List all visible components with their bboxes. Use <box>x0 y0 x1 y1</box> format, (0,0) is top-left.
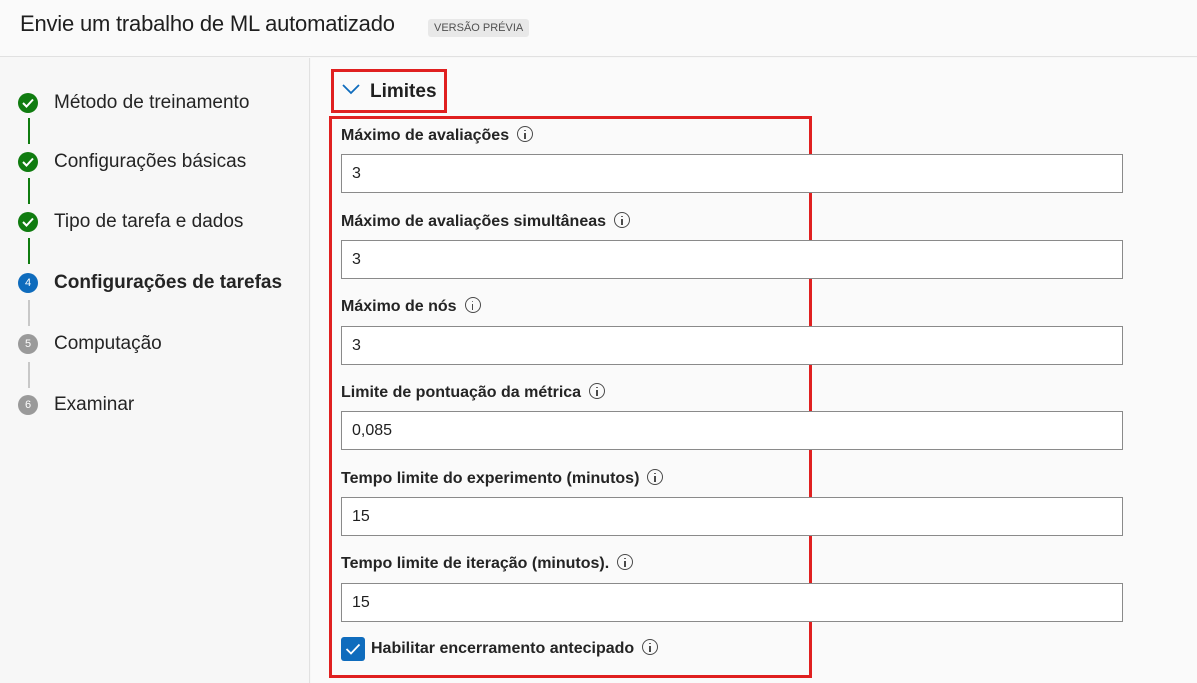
checkmark-icon <box>18 93 38 113</box>
step-label: Configurações de tarefas <box>54 272 283 293</box>
step-connector <box>28 118 30 144</box>
step-connector <box>28 300 30 326</box>
section-title: Limites <box>370 81 437 102</box>
info-icon[interactable] <box>464 297 481 313</box>
step-connector <box>28 178 30 204</box>
iteration-timeout-label: Tempo limite de iteração (minutos). <box>341 554 634 574</box>
step-label: Configurações básicas <box>54 151 247 172</box>
checkmark-icon <box>18 212 38 232</box>
max-concurrent-trials-label: Máximo de avaliações simultâneas <box>341 212 631 232</box>
metric-score-threshold-label: Limite de pontuação da métrica <box>341 383 606 403</box>
preview-badge: VERSÃO PRÉVIA <box>428 19 530 37</box>
checkmark-icon <box>18 152 38 172</box>
step-label: Método de treinamento <box>54 92 250 113</box>
max-nodes-input[interactable] <box>341 326 1123 365</box>
page-header: Envie um trabalho de ML automatizado VER… <box>0 0 1197 57</box>
field-label-text: Máximo de nós <box>341 298 457 315</box>
experiment-timeout-label: Tempo limite do experimento (minutos) <box>341 469 664 489</box>
chevron-down-icon <box>342 84 360 95</box>
checkmark-icon <box>345 643 361 655</box>
field-label-text: Tempo limite de iteração (minutos). <box>341 555 610 572</box>
field-label-text: Máximo de avaliações simultâneas <box>341 213 607 230</box>
max-concurrent-trials-input[interactable] <box>341 240 1123 279</box>
info-icon[interactable] <box>614 212 631 228</box>
early-termination-checkbox[interactable] <box>341 637 365 661</box>
field-label-text: Tempo limite do experimento (minutos) <box>341 470 640 487</box>
info-icon[interactable] <box>589 383 606 399</box>
limits-section-toggle[interactable]: Limites <box>331 69 447 113</box>
checkbox-label-text: Habilitar encerramento antecipado <box>371 640 635 657</box>
metric-score-threshold-input[interactable] <box>341 411 1123 450</box>
step-connector <box>28 362 30 388</box>
step-label: Examinar <box>54 394 135 415</box>
step-connector <box>28 238 30 264</box>
field-label-text: Máximo de avaliações <box>341 127 510 144</box>
step-number-badge: 5 <box>18 334 38 354</box>
max-nodes-label: Máximo de nós <box>341 297 481 317</box>
max-trials-label: Máximo de avaliações <box>341 126 534 146</box>
info-icon[interactable] <box>617 554 634 570</box>
step-number-badge: 6 <box>18 395 38 415</box>
experiment-timeout-input[interactable] <box>341 497 1123 536</box>
info-icon[interactable] <box>647 469 664 485</box>
iteration-timeout-input[interactable] <box>341 583 1123 622</box>
field-label-text: Limite de pontuação da métrica <box>341 384 582 401</box>
page-title: Envie um trabalho de ML automatizado <box>20 11 395 36</box>
step-label: Tipo de tarefa e dados <box>54 211 244 232</box>
info-icon[interactable] <box>642 639 659 655</box>
early-termination-label[interactable]: Habilitar encerramento antecipado <box>371 639 659 659</box>
step-number-badge: 4 <box>18 273 38 293</box>
step-label: Computação <box>54 333 162 354</box>
info-icon[interactable] <box>517 126 534 142</box>
max-trials-input[interactable] <box>341 154 1123 193</box>
